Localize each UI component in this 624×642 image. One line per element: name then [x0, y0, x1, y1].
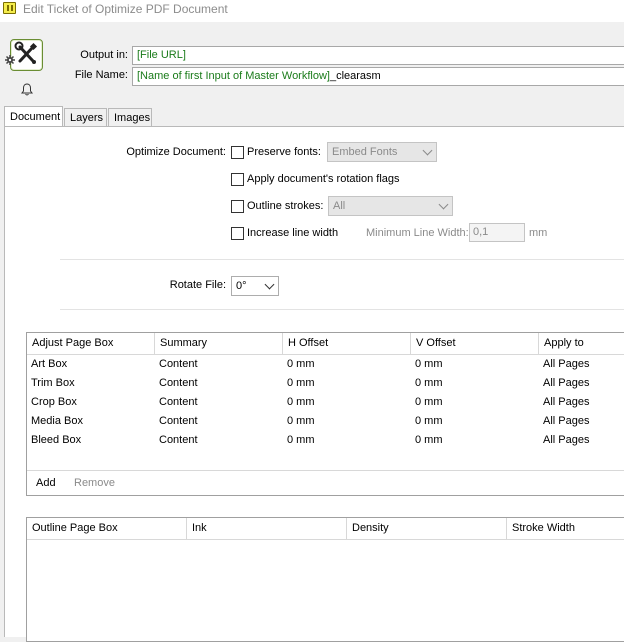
output-field[interactable]: [File URL] [132, 46, 624, 65]
col-adjust-page-box[interactable]: Adjust Page Box [27, 333, 155, 354]
cell-box: Art Box [31, 358, 68, 370]
filename-label: File Name: [74, 69, 128, 81]
table-row[interactable]: Art Box Content 0 mm 0 mm All Pages [27, 355, 624, 374]
table-row[interactable]: Bleed Box Content 0 mm 0 mm All Pages [27, 431, 624, 450]
table-row[interactable]: Trim Box Content 0 mm 0 mm All Pages [27, 374, 624, 393]
cell-h-offset: 0 mm [287, 415, 315, 427]
ticket-icon [3, 2, 16, 14]
col-summary[interactable]: Summary [155, 333, 283, 354]
cell-v-offset: 0 mm [415, 377, 443, 389]
cell-box: Trim Box [31, 377, 75, 389]
outline-strokes-label: Outline strokes: [247, 200, 324, 212]
cell-box: Bleed Box [31, 434, 82, 446]
page-box-table-header: Adjust Page Box Summary H Offset V Offse… [27, 333, 624, 355]
tab-document[interactable]: Document [4, 106, 63, 128]
preserve-fonts-value: Embed Fonts [332, 146, 398, 158]
min-line-width-input: 0,1 [469, 223, 525, 242]
chevron-down-icon [422, 145, 433, 156]
line-width-label: Increase line width [247, 227, 339, 239]
outline-page-box-table: Outline Page Box Ink Density Stroke Widt… [26, 517, 624, 642]
preserve-fonts-checkbox[interactable] [231, 146, 244, 159]
min-line-width-unit: mm [529, 227, 548, 239]
outline-strokes-value: All [333, 200, 346, 212]
rotate-file-value: 0° [236, 280, 247, 292]
cell-apply-to: All Pages [543, 358, 590, 370]
cell-summary: Content [159, 358, 198, 370]
col-outline-page-box[interactable]: Outline Page Box [27, 518, 187, 539]
outline-strokes-select: All [328, 196, 453, 216]
outline-strokes-checkbox[interactable] [231, 200, 244, 213]
optimize-document-label: Optimize Document: [126, 146, 226, 158]
bell-icon[interactable] [21, 83, 33, 96]
cell-apply-to: All Pages [543, 377, 590, 389]
table-row[interactable]: Crop Box Content 0 mm 0 mm All Pages [27, 393, 624, 412]
cell-v-offset: 0 mm [415, 415, 443, 427]
cell-h-offset: 0 mm [287, 396, 315, 408]
cell-box: Crop Box [31, 396, 77, 408]
col-stroke-width[interactable]: Stroke Width [507, 518, 624, 539]
window-title: Edit Ticket of Optimize PDF Document [23, 2, 228, 16]
min-line-width-label: Minimum Line Width: [366, 227, 469, 239]
tab-images[interactable]: Images [108, 108, 152, 127]
tab-layers[interactable]: Layers [64, 108, 107, 127]
col-apply-to[interactable]: Apply to [539, 333, 624, 354]
output-value: [File URL] [137, 49, 186, 61]
cell-apply-to: All Pages [543, 415, 590, 427]
cell-h-offset: 0 mm [287, 434, 315, 446]
filename-field[interactable]: [Name of first Input of Master Workflow]… [132, 67, 624, 86]
col-ink[interactable]: Ink [187, 518, 347, 539]
cell-h-offset: 0 mm [287, 358, 315, 370]
cell-v-offset: 0 mm [415, 358, 443, 370]
outline-table-header: Outline Page Box Ink Density Stroke Widt… [27, 518, 624, 540]
cell-summary: Content [159, 377, 198, 389]
rotation-flags-label: Apply document's rotation flags [247, 173, 400, 185]
col-v-offset[interactable]: V Offset [411, 333, 539, 354]
line-width-checkbox[interactable] [231, 227, 244, 240]
chevron-down-icon [264, 279, 275, 290]
divider [60, 259, 624, 260]
cell-summary: Content [159, 434, 198, 446]
add-button[interactable]: Add [36, 477, 56, 490]
filename-token: [Name of first Input of Master Workflow] [137, 70, 330, 82]
output-label: Output in: [80, 49, 128, 61]
cell-summary: Content [159, 396, 198, 408]
preserve-fonts-label: Preserve fonts: [247, 146, 321, 158]
divider [60, 309, 624, 310]
filename-suffix: _clearasm [329, 70, 381, 82]
rotation-flags-checkbox[interactable] [231, 173, 244, 186]
cell-apply-to: All Pages [543, 434, 590, 446]
cell-h-offset: 0 mm [287, 377, 315, 389]
remove-button[interactable]: Remove [74, 477, 115, 490]
ticket-header: Output in: [File URL] File Name: [Name o… [0, 22, 624, 105]
cell-apply-to: All Pages [543, 396, 590, 408]
title-bar: Edit Ticket of Optimize PDF Document [0, 0, 624, 22]
rotate-file-select[interactable]: 0° [231, 276, 279, 296]
preserve-fonts-select: Embed Fonts [327, 142, 437, 162]
rotate-file-label: Rotate File: [169, 279, 226, 291]
page-box-table: Adjust Page Box Summary H Offset V Offse… [26, 332, 624, 496]
col-density[interactable]: Density [347, 518, 507, 539]
table-row[interactable]: Media Box Content 0 mm 0 mm All Pages [27, 412, 624, 431]
cell-summary: Content [159, 415, 198, 427]
page-box-table-footer: Add Remove [27, 470, 624, 495]
chevron-down-icon [438, 199, 449, 210]
col-h-offset[interactable]: H Offset [283, 333, 411, 354]
cell-box: Media Box [31, 415, 83, 427]
cell-v-offset: 0 mm [415, 396, 443, 408]
cell-v-offset: 0 mm [415, 434, 443, 446]
